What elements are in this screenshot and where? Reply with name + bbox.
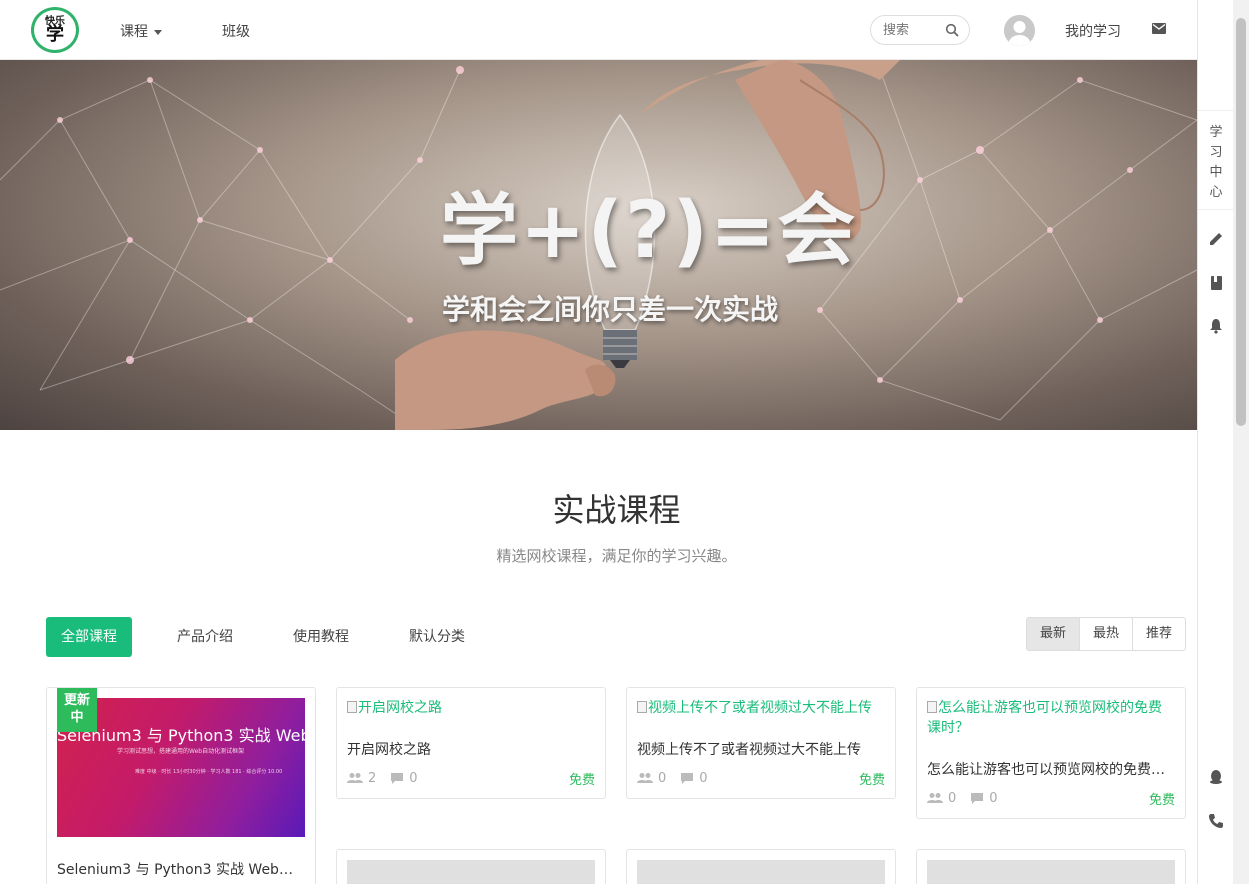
broken-image-icon (637, 701, 647, 713)
sort-newest[interactable]: 最新 (1027, 618, 1080, 650)
search-icon[interactable] (945, 23, 959, 37)
learning-center-char: 中 (1209, 165, 1223, 180)
comment-count: 0 (699, 770, 708, 786)
comment-icon (681, 772, 694, 784)
page-scrollbar[interactable] (1233, 0, 1249, 884)
sort-toggle: 最新 最热 推荐 (1026, 617, 1186, 651)
course-cover-placeholder[interactable] (637, 860, 885, 884)
logo-text-main: 学 (46, 23, 64, 45)
students-icon (347, 773, 363, 783)
course-title[interactable]: 开启网校之路 (347, 739, 592, 759)
search-input[interactable] (883, 22, 943, 37)
learning-center-button[interactable]: 学 习 中 心 (1198, 110, 1234, 210)
search-box (870, 15, 970, 45)
comment-count: 0 (989, 790, 998, 806)
course-card[interactable]: 怎么能让游客也可以预览网校的免费课时？ 怎么能让游客也可以预览网校的免费课时？ … (916, 687, 1186, 819)
students-icon (637, 773, 653, 783)
chevron-down-icon (154, 29, 162, 35)
price-label: 免费 (858, 773, 885, 788)
scrollbar-thumb[interactable] (1236, 18, 1246, 426)
course-title[interactable]: 视频上传不了或者视频过大不能上传 (637, 739, 882, 759)
my-study-link[interactable]: 我的学习 (1065, 21, 1121, 41)
section-title: 实战课程 (552, 491, 681, 529)
nav-classes[interactable]: 班级 (222, 21, 250, 41)
course-card[interactable]: 视频上传不了或者视频过大不能上传 视频上传不了或者视频过大不能上传 0 0 免费 (626, 687, 896, 799)
course-cover-image[interactable]: 开启网校之路 (347, 698, 595, 718)
course-meta: 2 0 (347, 770, 432, 786)
pencil-icon[interactable] (1208, 231, 1224, 247)
course-cover-placeholder[interactable] (927, 860, 1175, 884)
course-title[interactable]: Selenium3 与 Python3 实战 Web自动化测试框架 (57, 859, 302, 879)
course-title[interactable]: 怎么能让游客也可以预览网校的免费课时？ (927, 759, 1172, 779)
sort-hottest[interactable]: 最热 (1080, 618, 1133, 650)
learning-center-char: 学 (1209, 125, 1223, 140)
image-alt-text: 怎么能让游客也可以预览网校的免费课时？ (927, 700, 1162, 736)
top-navbar: 快乐 学 课程 班级 我的学习 (0, 0, 1197, 60)
broken-image-icon (927, 701, 937, 713)
filter-product-intro[interactable]: 产品介绍 (177, 617, 233, 657)
course-card[interactable] (916, 849, 1186, 884)
course-card[interactable] (626, 849, 896, 884)
comment-icon (971, 792, 984, 804)
sort-recommended[interactable]: 推荐 (1133, 618, 1185, 650)
student-count: 0 (658, 770, 667, 786)
mail-icon[interactable] (1152, 23, 1166, 34)
cover-subtitle-text: 学习测试思想，搭建通用的Web自动化测试框架 (117, 748, 245, 755)
bell-icon[interactable] (1208, 318, 1224, 334)
user-silhouette-icon (1004, 15, 1035, 46)
user-avatar[interactable] (1004, 15, 1035, 46)
students-icon (927, 793, 943, 803)
section-subtitle: 精选网校课程，满足你的学习兴趣。 (496, 547, 737, 565)
banner-subtitle: 学和会之间你只差一次实战 (442, 293, 779, 326)
comment-icon (391, 772, 404, 784)
course-card[interactable]: Selenium3 与 Python3 实战 Web自动化 学习测试思想，搭建通… (46, 687, 316, 884)
comment-count: 0 (409, 770, 418, 786)
site-logo[interactable]: 快乐 学 (31, 7, 79, 53)
filter-all-courses[interactable]: 全部课程 (46, 617, 132, 657)
filter-tutorial[interactable]: 使用教程 (293, 617, 349, 657)
learning-center-char: 习 (1209, 145, 1223, 160)
qq-icon[interactable] (1208, 769, 1224, 785)
phone-icon[interactable] (1208, 813, 1224, 829)
nav-courses[interactable]: 课程 (120, 21, 162, 41)
banner-title: 学+(?)=会 (440, 186, 858, 276)
nav-courses-label: 课程 (120, 24, 148, 40)
course-cover-image[interactable]: 视频上传不了或者视频过大不能上传 (637, 698, 885, 718)
course-card[interactable]: 开启网校之路 开启网校之路 2 0 免费 (336, 687, 606, 799)
course-meta: 0 0 (927, 790, 1012, 806)
badge-line: 中 (70, 710, 84, 725)
broken-image-icon (347, 701, 357, 713)
student-count: 0 (948, 790, 957, 806)
hero-banner[interactable]: 学+(?)=会 学和会之间你只差一次实战 (0, 60, 1197, 430)
price-label: 免费 (1148, 793, 1175, 808)
badge-line: 更新 (63, 693, 90, 708)
learning-center-char: 心 (1209, 185, 1223, 200)
course-cover-image[interactable]: 怎么能让游客也可以预览网校的免费课时？ (927, 698, 1175, 738)
filter-default-category[interactable]: 默认分类 (409, 617, 465, 657)
updating-badge: 更新 中 (57, 688, 97, 732)
course-meta: 0 0 (637, 770, 722, 786)
course-cover-placeholder[interactable] (347, 860, 595, 884)
book-icon[interactable] (1208, 275, 1224, 291)
image-alt-text: 开启网校之路 (358, 700, 442, 716)
right-toolbar: 学 习 中 心 (1197, 0, 1234, 884)
course-card[interactable] (336, 849, 606, 884)
student-count: 2 (368, 770, 377, 786)
price-label: 免费 (568, 773, 595, 788)
cover-meta-text: 难度 中级 · 时长 13小时30分钟 · 学习人数 181 · 综合评分 10… (135, 769, 283, 775)
image-alt-text: 视频上传不了或者视频过大不能上传 (648, 700, 872, 716)
